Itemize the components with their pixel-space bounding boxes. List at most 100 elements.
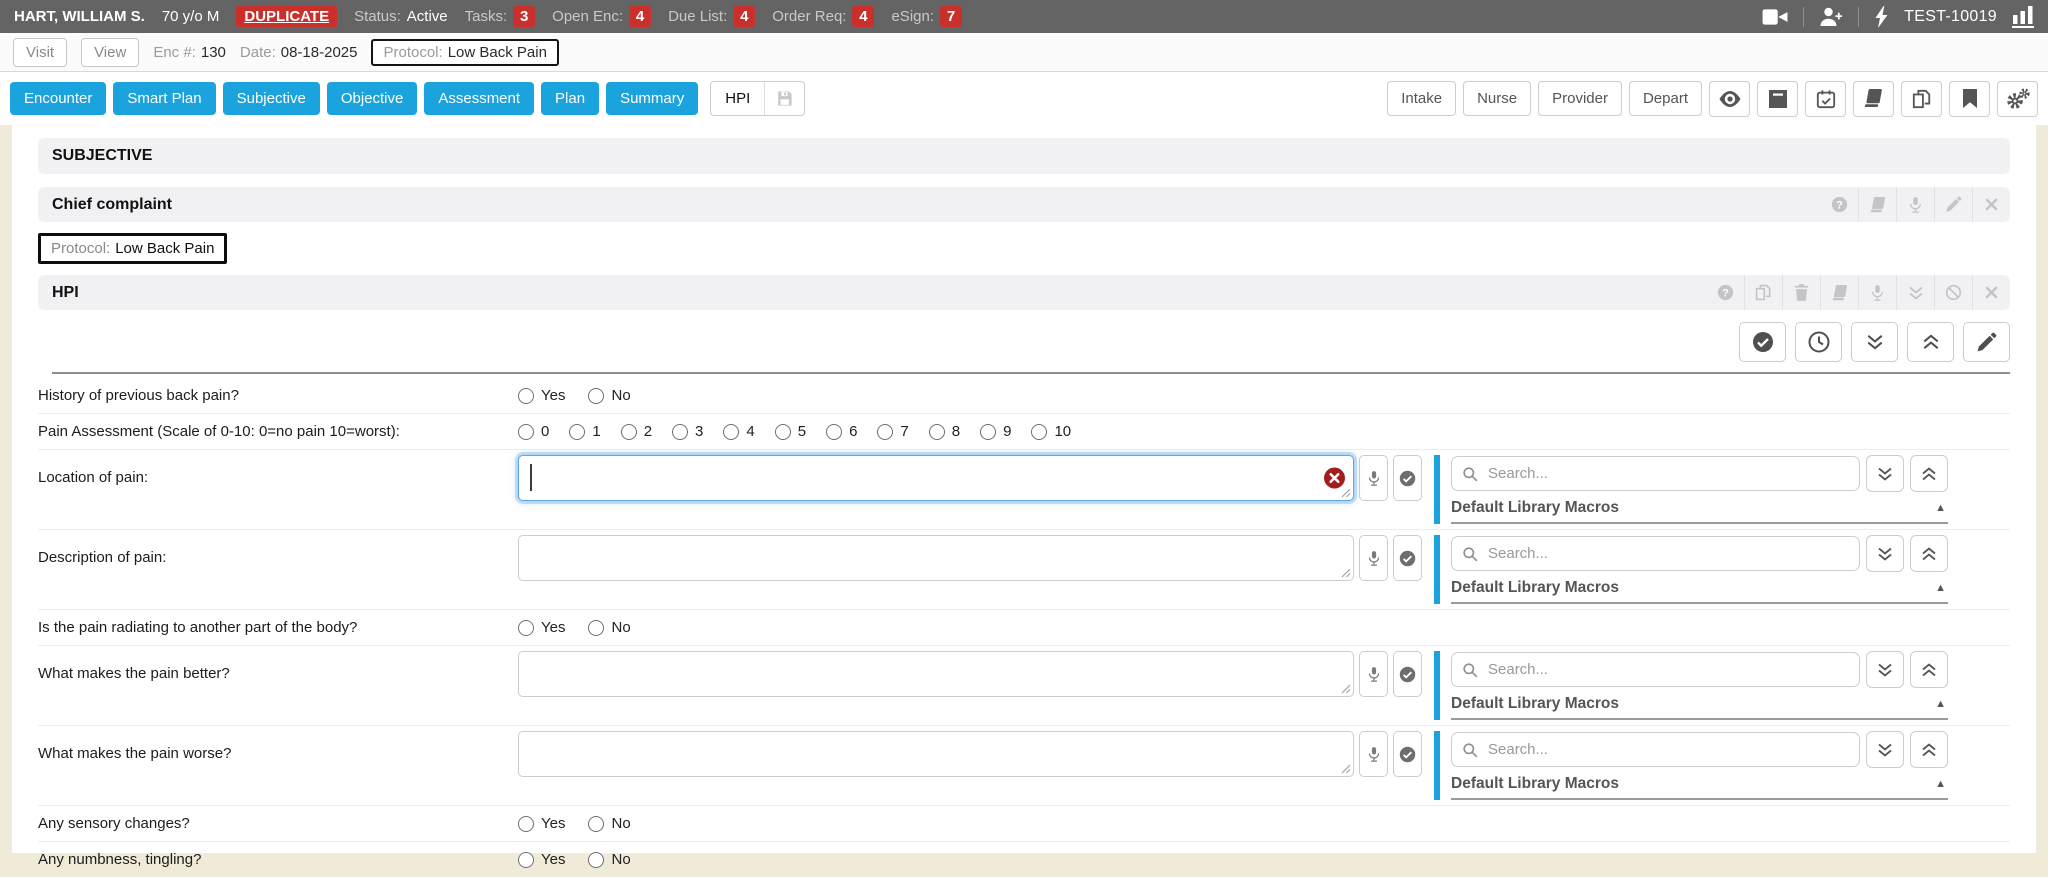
settings-gears-icon[interactable]	[1997, 81, 2038, 117]
close-icon[interactable]	[1972, 187, 2010, 222]
radio-circle[interactable]	[929, 424, 945, 440]
ban-icon[interactable]	[1934, 275, 1972, 310]
tab-encounter[interactable]: Encounter	[10, 82, 106, 115]
radio-no[interactable]: No	[588, 387, 630, 404]
radio-circle[interactable]	[775, 424, 791, 440]
radio-yes[interactable]: Yes	[518, 387, 565, 404]
radio-circle[interactable]	[588, 388, 604, 404]
radio-circle[interactable]	[569, 424, 585, 440]
macro-search-input[interactable]	[1486, 660, 1849, 679]
tab-subjective[interactable]: Subjective	[223, 82, 320, 115]
eye-icon[interactable]	[1709, 81, 1750, 117]
macro-group-header[interactable]: Default Library Macros ▲	[1451, 775, 1948, 800]
resize-handle-icon[interactable]	[1341, 684, 1351, 694]
radio-scale-3[interactable]: 3	[672, 423, 703, 440]
bar-chart-icon[interactable]	[2012, 6, 2034, 28]
radio-scale-5[interactable]: 5	[775, 423, 806, 440]
radio-circle[interactable]	[588, 816, 604, 832]
resize-handle-icon[interactable]	[1341, 568, 1351, 578]
radio-scale-2[interactable]: 2	[621, 423, 652, 440]
depart-button[interactable]: Depart	[1629, 81, 1702, 116]
tab-summary[interactable]: Summary	[606, 82, 698, 115]
chief-complaint-protocol[interactable]: Protocol: Low Back Pain	[38, 233, 227, 264]
confirm-button[interactable]	[1393, 535, 1422, 581]
radio-no[interactable]: No	[588, 851, 630, 868]
confirm-button[interactable]	[1393, 651, 1422, 697]
radio-scale-8[interactable]: 8	[929, 423, 960, 440]
protocol-badge[interactable]: Protocol: Low Back Pain	[371, 39, 558, 66]
video-camera-icon[interactable]	[1762, 7, 1788, 27]
answer-textarea[interactable]	[518, 731, 1354, 777]
answer-textarea[interactable]	[518, 455, 1354, 501]
radio-circle[interactable]	[877, 424, 893, 440]
copy-icon[interactable]	[1744, 275, 1782, 310]
lightning-icon[interactable]	[1874, 6, 1889, 28]
microphone-icon[interactable]	[1858, 275, 1896, 310]
radio-circle[interactable]	[621, 424, 637, 440]
esign-badge[interactable]: 7	[940, 6, 962, 27]
tab-assessment[interactable]: Assessment	[424, 82, 534, 115]
radio-scale-10[interactable]: 10	[1031, 423, 1071, 440]
duplicate-flag[interactable]: DUPLICATE	[236, 6, 337, 27]
radio-yes[interactable]: Yes	[518, 619, 565, 636]
radio-circle[interactable]	[518, 852, 534, 868]
radio-scale-9[interactable]: 9	[980, 423, 1011, 440]
radio-circle[interactable]	[980, 424, 996, 440]
radio-circle[interactable]	[723, 424, 739, 440]
bookmark-icon[interactable]	[1949, 81, 1990, 117]
expand-all-button[interactable]	[1866, 455, 1904, 492]
macro-group-header[interactable]: Default Library Macros ▲	[1451, 579, 1948, 604]
collapse-all-button[interactable]	[1910, 731, 1948, 768]
macro-search-input[interactable]	[1486, 544, 1849, 563]
radio-circle[interactable]	[518, 388, 534, 404]
tab-plan[interactable]: Plan	[541, 82, 599, 115]
radio-circle[interactable]	[518, 424, 534, 440]
clear-field-button[interactable]	[1324, 468, 1345, 489]
radio-no[interactable]: No	[588, 815, 630, 832]
tab-objective[interactable]: Objective	[327, 82, 418, 115]
radio-no[interactable]: No	[588, 619, 630, 636]
macro-search-input[interactable]	[1486, 740, 1849, 759]
due-list-counter[interactable]: Due List: 4	[668, 6, 755, 27]
double-chevron-down-icon[interactable]	[1896, 275, 1934, 310]
double-chevron-up-button[interactable]	[1907, 322, 1954, 362]
intake-button[interactable]: Intake	[1387, 81, 1456, 116]
collapse-all-button[interactable]	[1910, 535, 1948, 572]
resize-handle-icon[interactable]	[1341, 488, 1351, 498]
pencil-button[interactable]	[1963, 322, 2010, 362]
provider-button[interactable]: Provider	[1538, 81, 1622, 116]
pencil-icon[interactable]	[1934, 187, 1972, 222]
macro-group-header[interactable]: Default Library Macros ▲	[1451, 695, 1948, 720]
book-icon[interactable]	[1858, 187, 1896, 222]
radio-scale-7[interactable]: 7	[877, 423, 908, 440]
dictate-button[interactable]	[1359, 535, 1388, 581]
dictate-button[interactable]	[1359, 651, 1388, 697]
help-icon[interactable]: ?	[1706, 275, 1744, 310]
confirm-button[interactable]	[1393, 455, 1422, 501]
patient-name[interactable]: HART, WILLIAM S.	[14, 8, 145, 25]
clock-button[interactable]	[1795, 322, 1842, 362]
expand-all-button[interactable]	[1866, 651, 1904, 688]
collapse-all-button[interactable]	[1910, 455, 1948, 492]
collapse-all-button[interactable]	[1910, 651, 1948, 688]
expand-all-button[interactable]	[1866, 535, 1904, 572]
visit-button[interactable]: Visit	[13, 38, 67, 67]
nurse-button[interactable]: Nurse	[1463, 81, 1531, 116]
radio-circle[interactable]	[1031, 424, 1047, 440]
user-add-icon[interactable]	[1819, 6, 1843, 28]
macro-group-header[interactable]: Default Library Macros ▲	[1451, 499, 1948, 524]
tasks-counter[interactable]: Tasks: 3	[465, 6, 536, 27]
resize-handle-icon[interactable]	[1341, 764, 1351, 774]
radio-scale-0[interactable]: 0	[518, 423, 549, 440]
open-enc-badge[interactable]: 4	[629, 6, 651, 27]
expand-all-button[interactable]	[1866, 731, 1904, 768]
dictate-button[interactable]	[1359, 731, 1388, 777]
radio-yes[interactable]: Yes	[518, 815, 565, 832]
double-chevron-down-button[interactable]	[1851, 322, 1898, 362]
tab-hpi-active[interactable]: HPI	[710, 81, 805, 116]
due-list-badge[interactable]: 4	[733, 6, 755, 27]
book-icon[interactable]	[1853, 81, 1894, 117]
radio-circle[interactable]	[826, 424, 842, 440]
copy-icon[interactable]	[1901, 81, 1942, 117]
view-button[interactable]: View	[81, 38, 139, 67]
